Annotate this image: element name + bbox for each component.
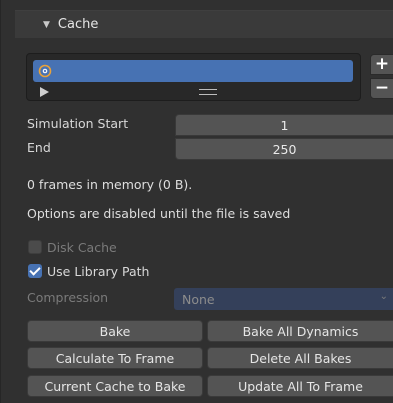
end-label: End	[27, 140, 51, 155]
frames-in-memory-text: 0 frames in memory (0 B).	[27, 177, 193, 192]
compression-dropdown[interactable]: None ⌄	[174, 288, 393, 310]
chevron-down-icon: ⌄	[379, 291, 388, 302]
physics-cache-icon	[38, 64, 52, 78]
delete-all-bakes-button[interactable]: Delete All Bakes	[207, 347, 393, 369]
remove-cache-button[interactable]: −	[370, 78, 393, 99]
collapse-triangle-icon[interactable]: ▼	[43, 20, 50, 30]
disabled-notice-text: Options are disabled until the file is s…	[27, 206, 291, 221]
bake-all-dynamics-button[interactable]: Bake All Dynamics	[207, 320, 393, 342]
current-cache-to-bake-button[interactable]: Current Cache to Bake	[27, 375, 203, 397]
cache-list[interactable]	[26, 53, 361, 101]
resize-grip-icon[interactable]	[199, 89, 217, 95]
expand-filter-icon[interactable]	[40, 87, 49, 97]
compression-value: None	[182, 291, 215, 307]
simulation-start-label: Simulation Start	[27, 116, 129, 131]
use-library-path-label: Use Library Path	[47, 263, 150, 279]
compression-label: Compression	[27, 290, 109, 305]
disk-cache-checkbox[interactable]	[28, 240, 42, 254]
use-library-path-row[interactable]: Use Library Path	[28, 263, 149, 279]
list-footer	[27, 84, 360, 100]
add-cache-button[interactable]: +	[370, 54, 393, 75]
use-library-path-checkbox[interactable]	[28, 264, 42, 278]
cache-list-item[interactable]	[33, 60, 353, 82]
end-field[interactable]: 250	[175, 138, 393, 160]
disk-cache-label: Disk Cache	[47, 239, 117, 255]
calculate-to-frame-button[interactable]: Calculate To Frame	[27, 347, 203, 369]
panel-title: Cache	[57, 17, 99, 32]
disk-cache-row[interactable]: Disk Cache	[28, 239, 117, 255]
cache-panel: ▼ Cache + − Simulation Start 1 End 250 0…	[0, 0, 393, 403]
cache-panel-header[interactable]: ▼ Cache	[15, 10, 393, 38]
bake-button[interactable]: Bake	[27, 320, 203, 342]
simulation-start-field[interactable]: 1	[175, 114, 393, 136]
update-all-to-frame-button[interactable]: Update All To Frame	[207, 375, 393, 397]
